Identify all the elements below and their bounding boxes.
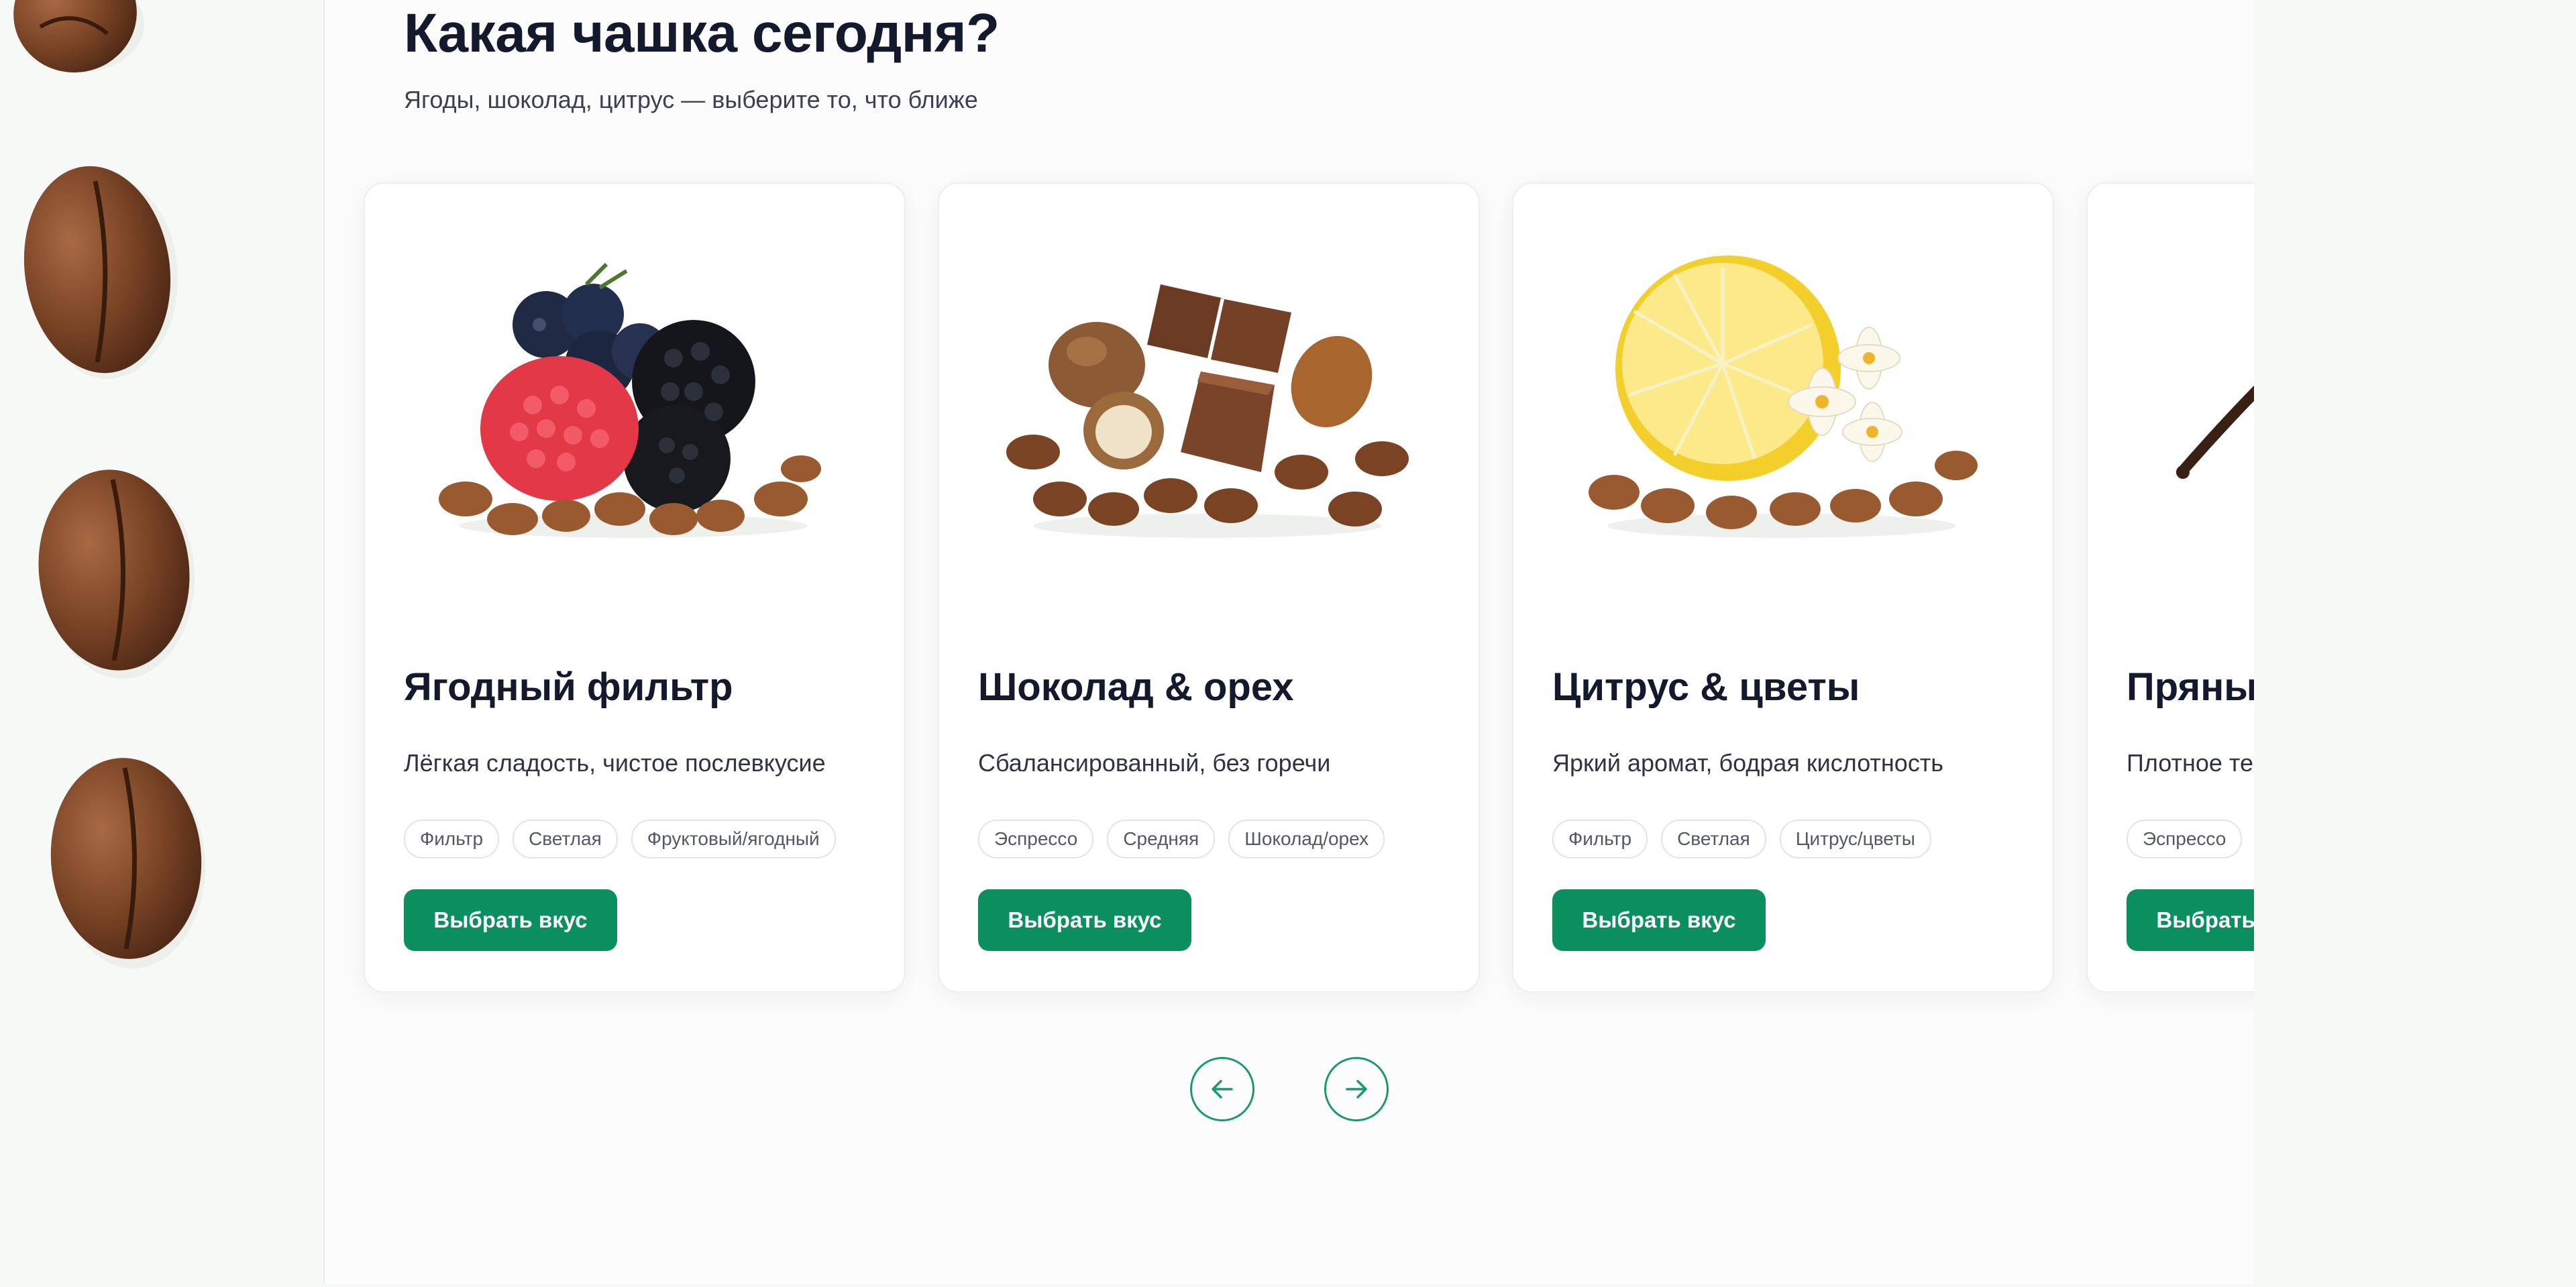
arrow-right-icon <box>1346 1080 1367 1099</box>
choose-flavor-button[interactable]: Выбрать вкус <box>1552 889 1766 951</box>
berries-coffee-illustration <box>405 251 861 546</box>
flavor-card-chocolate: Шоколад & орех Сбалансированный, без гор… <box>938 182 1480 993</box>
section-subtitle: Ягоды, шоколад, цитрус — выберите то, чт… <box>404 86 978 113</box>
tag-roast: Светлая <box>1661 820 1766 858</box>
lemon-flowers-illustration <box>1554 251 2010 546</box>
flavor-card-spice: Пряны Плотное те Эспрессо Выбрать вкус <box>2086 182 2255 993</box>
card-title: Ягодный фильтр <box>404 665 733 709</box>
carousel-next-button[interactable] <box>1324 1057 1389 1121</box>
card-title: Пряны <box>2127 665 2255 709</box>
right-empty-area <box>2254 0 2576 1284</box>
card-description: Плотное те <box>2127 749 2254 777</box>
flavor-section: Какая чашка сегодня? Ягоды, шоколад, цит… <box>323 0 2255 1284</box>
carousel-prev-button[interactable] <box>1190 1057 1254 1121</box>
choose-flavor-button[interactable]: Выбрать вкус <box>978 889 1191 951</box>
choose-flavor-button[interactable]: Выбрать вкус <box>2127 889 2254 951</box>
vanilla-spice-illustration <box>2128 251 2254 546</box>
flavor-carousel: Ягодный фильтр Лёгкая сладость, чистое п… <box>364 182 2255 994</box>
coffee-beans-icon <box>13 0 205 968</box>
card-description: Сбалансированный, без горечи <box>978 749 1331 777</box>
coffee-bean-decoration <box>0 0 323 1284</box>
tag-brew-method: Фильтр <box>1552 820 1648 858</box>
flavor-card-berry: Ягодный фильтр Лёгкая сладость, чистое п… <box>364 182 906 993</box>
choose-flavor-button[interactable]: Выбрать вкус <box>404 889 617 951</box>
card-title: Шоколад & орех <box>978 665 1294 709</box>
section-title: Какая чашка сегодня? <box>404 3 1000 64</box>
tag-roast: Светлая <box>513 820 618 858</box>
arrow-left-icon <box>1212 1080 1233 1099</box>
tag-flavor: Цитрус/цветы <box>1779 820 1931 858</box>
flavor-card-citrus: Цитрус & цветы Яркий аромат, бодрая кисл… <box>1512 182 2054 993</box>
tag-flavor: Фруктовый/ягодный <box>631 820 836 858</box>
card-tags: Эспрессо <box>2127 820 2243 858</box>
card-title: Цитрус & цветы <box>1552 665 1860 709</box>
card-description: Лёгкая сладость, чистое послевкусие <box>404 749 826 777</box>
chocolate-nuts-illustration <box>979 251 1436 546</box>
tag-brew-method: Эспрессо <box>978 820 1094 858</box>
tag-roast: Средняя <box>1107 820 1216 858</box>
card-tags: Фильтр Светлая Фруктовый/ягодный <box>404 820 836 858</box>
card-tags: Фильтр Светлая Цитрус/цветы <box>1552 820 1931 858</box>
card-description: Яркий аромат, бодрая кислотность <box>1552 749 1944 777</box>
tag-brew-method: Фильтр <box>404 820 500 858</box>
card-tags: Эспрессо Средняя Шоколад/орех <box>978 820 1385 858</box>
tag-flavor: Шоколад/орех <box>1228 820 1385 858</box>
tag-brew-method: Эспрессо <box>2127 820 2243 858</box>
